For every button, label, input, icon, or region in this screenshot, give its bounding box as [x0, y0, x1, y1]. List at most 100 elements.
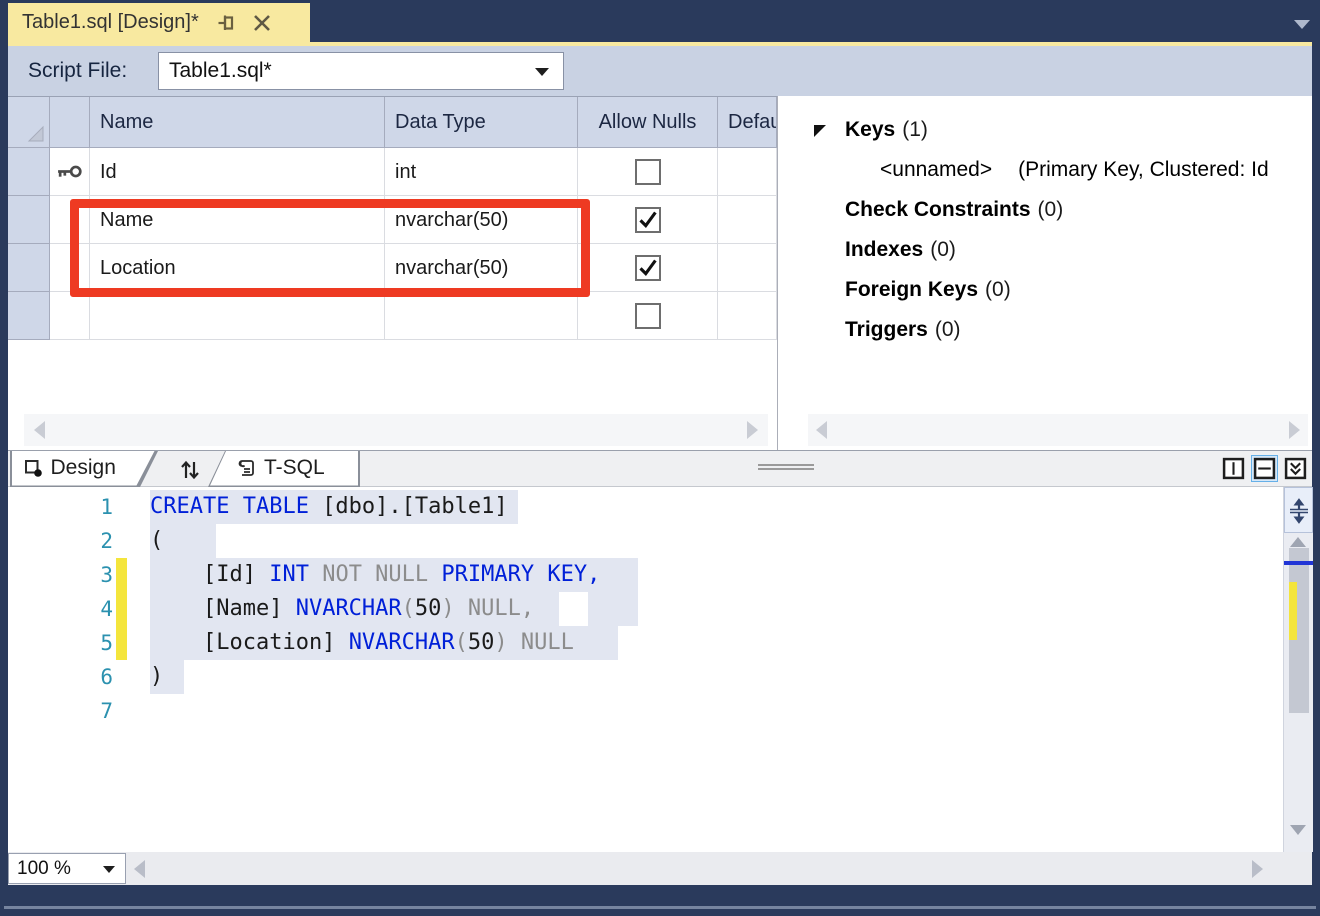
code-token: ( [402, 596, 415, 621]
expanded-arrow-icon[interactable] [812, 122, 828, 138]
column-header-icon[interactable] [50, 97, 90, 148]
chevron-down-icon[interactable] [535, 68, 549, 76]
tree-item-foreign-keys[interactable]: Foreign Keys(0) [778, 276, 1312, 304]
pane-splitter-grip[interactable] [758, 468, 814, 470]
document-list-dropdown-icon[interactable] [1294, 20, 1310, 29]
editor-line: 6) [8, 660, 1283, 694]
grid-cell-default[interactable] [718, 244, 777, 292]
column-header-data-type[interactable]: Data Type [385, 97, 578, 148]
tree-item-indexes[interactable]: Indexes(0) [778, 236, 1312, 264]
key-cell [50, 292, 90, 340]
scroll-left-icon[interactable] [816, 421, 827, 439]
swap-panes-icon[interactable] [172, 456, 208, 484]
code-token: 50 [468, 630, 495, 655]
table-designer-window: Table1.sql [Design]* Script File: Table1… [0, 0, 1320, 916]
row-header[interactable] [8, 244, 50, 292]
grid-cell-data-type[interactable] [385, 292, 578, 340]
tab-design-label: Design [51, 456, 116, 480]
tree-item-triggers[interactable]: Triggers (0) [778, 316, 1312, 344]
grid-cell-allow-nulls [578, 244, 718, 292]
tab-design[interactable]: Design [10, 451, 158, 487]
line-number: 4 [53, 592, 113, 626]
column-header-name[interactable]: Name [90, 97, 385, 148]
collapse-pane-button[interactable] [1282, 455, 1309, 482]
checkmark-icon [637, 257, 658, 278]
allow-nulls-checkbox[interactable] [635, 207, 661, 233]
tree-item-label: Keys [845, 118, 895, 142]
code-token: [Id] [150, 562, 269, 587]
caret-position-marker [1284, 561, 1313, 565]
grid-cell-default[interactable] [718, 148, 777, 196]
modified-line-bar [116, 626, 127, 660]
scroll-up-icon[interactable] [1290, 537, 1306, 547]
tab-tsql[interactable]: T-SQL [208, 451, 360, 487]
tree-item-label: Triggers [845, 318, 928, 342]
grid-cell-default[interactable] [718, 292, 777, 340]
grid-cell-name[interactable]: Id [90, 148, 385, 196]
close-icon[interactable] [249, 10, 275, 36]
grid-horizontal-scrollbar[interactable] [24, 414, 768, 446]
document-tab-title: Table1.sql [Design]* [8, 11, 199, 34]
editor-line: 5 [Location] NVARCHAR(50) NULL [8, 626, 1283, 660]
line-number: 5 [53, 626, 113, 660]
select-all-corner[interactable] [8, 97, 50, 148]
tsql-script-icon [236, 458, 256, 478]
grid-cell-name[interactable] [90, 292, 385, 340]
script-file-combo[interactable]: Table1.sql* [158, 52, 564, 90]
tree-item-check-constraints[interactable]: Check Constraints(0) [778, 196, 1312, 224]
properties-horizontal-scrollbar[interactable] [808, 414, 1308, 446]
code-token: [dbo].[Table1] [322, 494, 507, 519]
tsql-code-editor[interactable]: 1CREATE TABLE [dbo].[Table1]2(3 [Id] INT… [8, 487, 1283, 852]
grid-cell-data-type[interactable]: int [385, 148, 578, 196]
chevron-down-icon[interactable] [103, 866, 115, 873]
key-item-name: <unnamed> [880, 158, 992, 182]
grid-cell-default[interactable] [718, 196, 777, 244]
primary-key-icon [56, 163, 83, 180]
allow-nulls-checkbox[interactable] [635, 159, 661, 185]
tree-item-count: (0) [935, 318, 961, 342]
tree-item-label: Foreign Keys [845, 278, 978, 302]
scroll-down-icon[interactable] [1290, 825, 1306, 835]
column-header-allow-nulls[interactable]: Allow Nulls [578, 97, 718, 148]
row-header[interactable] [8, 292, 50, 340]
row-header[interactable] [8, 196, 50, 244]
scroll-left-icon[interactable] [134, 860, 145, 878]
editor-line: 3 [Id] INT NOT NULL PRIMARY KEY, [8, 558, 1283, 592]
allow-nulls-checkbox[interactable] [635, 303, 661, 329]
pane-splitter-grip[interactable] [758, 464, 814, 466]
scroll-right-icon[interactable] [1289, 421, 1300, 439]
code-token: ) NULL, [441, 596, 534, 621]
pane-tab-strip: Design T-SQL [8, 450, 1312, 487]
horizontal-split-button[interactable] [1251, 455, 1278, 482]
code-token: PRIMARY KEY, [441, 562, 600, 587]
scroll-left-icon[interactable] [34, 421, 45, 439]
vertical-split-button[interactable] [1220, 455, 1247, 482]
code-token: ( [150, 528, 163, 553]
modified-line-bar [116, 592, 127, 626]
editor-line: 4 [Name] NVARCHAR(50) NULL, [8, 592, 1283, 626]
code-text: [Name] NVARCHAR(50) NULL, [150, 592, 534, 626]
row-header[interactable] [8, 148, 50, 196]
grid-cell-allow-nulls [578, 148, 718, 196]
tree-item-keys[interactable]: Keys(1) [778, 116, 1312, 144]
code-token: CREATE TABLE [150, 494, 322, 519]
tree-item-primary-key[interactable]: <unnamed>(Primary Key, Clustered: Id [778, 156, 1312, 184]
editor-split-handle[interactable] [1284, 487, 1313, 533]
scroll-right-icon[interactable] [1252, 860, 1263, 878]
code-text: [Id] INT NOT NULL PRIMARY KEY, [150, 558, 600, 592]
code-token: NVARCHAR [296, 596, 402, 621]
editor-line: 7 [8, 694, 1283, 728]
allow-nulls-checkbox[interactable] [635, 255, 661, 281]
tree-item-count: (0) [930, 238, 956, 262]
code-token: [Location] [150, 630, 349, 655]
code-text: ( [150, 524, 163, 558]
document-tab[interactable]: Table1.sql [Design]* [8, 3, 310, 42]
selection-highlight [588, 592, 638, 626]
pin-icon[interactable] [215, 10, 241, 36]
scroll-right-icon[interactable] [747, 421, 758, 439]
code-token: [Name] [150, 596, 296, 621]
editor-vertical-scrollbar[interactable] [1283, 487, 1313, 852]
script-file-combo-value: Table1.sql* [169, 53, 272, 89]
zoom-combo[interactable]: 100 % [8, 853, 126, 884]
column-header-default[interactable]: Default [718, 97, 777, 148]
